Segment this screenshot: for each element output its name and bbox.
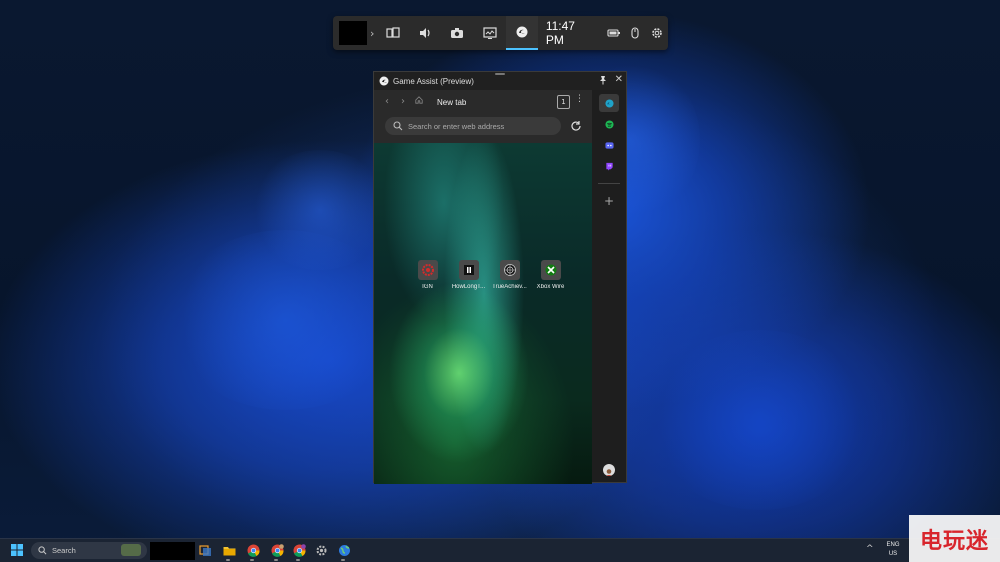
game-bar-thumbnail[interactable] <box>339 21 368 45</box>
shortcut-label: HowLongT... <box>451 284 486 290</box>
game-assist-icon[interactable] <box>505 16 538 50</box>
file-explorer-icon[interactable] <box>222 543 237 558</box>
refresh-icon[interactable] <box>570 120 582 132</box>
window-title: Game Assist (Preview) <box>393 76 474 86</box>
search-highlight-icon <box>121 544 141 556</box>
trueachievements-icon <box>499 260 520 280</box>
pin-icon[interactable] <box>598 75 608 85</box>
search-icon <box>38 546 47 555</box>
shortcut-tile[interactable]: Xbox Wire <box>530 260 571 290</box>
ign-icon <box>417 260 438 280</box>
avatar[interactable] <box>603 464 615 476</box>
howlongtobeat-icon <box>458 260 479 280</box>
running-indicator <box>250 559 254 561</box>
running-indicator <box>341 559 345 561</box>
running-indicator <box>226 559 230 561</box>
chevron-right-icon[interactable]: › <box>367 27 376 40</box>
widget-menu-icon[interactable] <box>377 16 409 50</box>
back-icon[interactable]: ‹ <box>379 93 395 111</box>
spotify-icon[interactable] <box>599 115 619 133</box>
globe-icon[interactable] <box>337 543 352 558</box>
taskbar-search-label: Search <box>52 546 76 555</box>
battery-icon <box>604 16 625 50</box>
new-tab-page: IGN HowLongT... TrueAchiev... Xbox Wire <box>374 143 592 484</box>
running-indicator <box>296 559 300 561</box>
shortcut-tile[interactable]: IGN <box>407 260 448 290</box>
close-icon[interactable]: ✕ <box>615 74 623 85</box>
twitch-icon[interactable] <box>599 157 619 175</box>
wallpaper-bloom <box>650 330 870 510</box>
xbox-icon <box>540 260 561 280</box>
performance-icon[interactable] <box>473 16 505 50</box>
discord-icon[interactable] <box>599 136 619 154</box>
browser-pane: ‹ › New tab 1 ⋮ IGN <box>374 90 592 484</box>
more-options-icon[interactable]: ⋮ <box>575 94 584 104</box>
chrome-profile-icon[interactable] <box>292 543 307 558</box>
taskbar: Search ^ ENG US <box>0 538 1000 562</box>
chrome-profile-icon[interactable] <box>270 543 285 558</box>
shortcut-tile[interactable]: HowLongT... <box>448 260 489 290</box>
tab-count-button[interactable]: 1 <box>557 95 570 109</box>
chevron-up-icon[interactable]: ^ <box>866 544 874 554</box>
wallpaper-bloom <box>250 150 390 270</box>
audio-icon[interactable] <box>409 16 441 50</box>
taskbar-search[interactable]: Search <box>31 542 147 559</box>
window-titlebar[interactable]: Game Assist (Preview) ✕ <box>374 72 628 90</box>
capture-icon[interactable] <box>441 16 473 50</box>
region-code: US <box>888 551 898 557</box>
sidebar-divider <box>598 183 620 184</box>
taskbar-thumbnail[interactable] <box>150 542 195 560</box>
language-indicator[interactable]: ENG US <box>882 541 904 559</box>
assist-sidebar: + <box>592 90 626 482</box>
clock-time: 11:47 PM <box>545 19 575 47</box>
forward-icon[interactable]: › <box>395 93 411 111</box>
site-watermark: 电玩迷 <box>909 515 1000 562</box>
shortcut-label: IGN <box>422 284 433 290</box>
mouse-icon <box>624 16 645 50</box>
search-icon <box>393 121 403 131</box>
game-assist-logo-icon <box>379 76 389 86</box>
settings-icon[interactable] <box>314 543 329 558</box>
address-input[interactable] <box>408 121 548 131</box>
home-icon[interactable] <box>411 93 427 111</box>
tab-title[interactable]: New tab <box>437 98 466 107</box>
shortcut-tile[interactable]: TrueAchiev... <box>489 260 530 290</box>
running-indicator <box>274 559 278 561</box>
add-widget-button[interactable]: + <box>599 193 619 209</box>
game-assist-window: Game Assist (Preview) ✕ ‹ › New tab 1 ⋮ <box>373 71 628 484</box>
shortcut-label: Xbox Wire <box>536 284 565 290</box>
edge-icon[interactable] <box>599 94 619 112</box>
game-bar: › 11:47 PM <box>333 16 668 50</box>
task-view-icon[interactable] <box>198 543 213 558</box>
chrome-icon[interactable] <box>246 543 261 558</box>
shortcut-label: TrueAchiev... <box>492 284 527 290</box>
shortcut-tiles: IGN HowLongT... TrueAchiev... Xbox Wire <box>407 260 571 290</box>
settings-icon[interactable] <box>645 16 668 50</box>
address-bar[interactable] <box>385 117 561 135</box>
windows-start-icon[interactable] <box>11 544 23 556</box>
language-code: ENG <box>886 542 900 548</box>
